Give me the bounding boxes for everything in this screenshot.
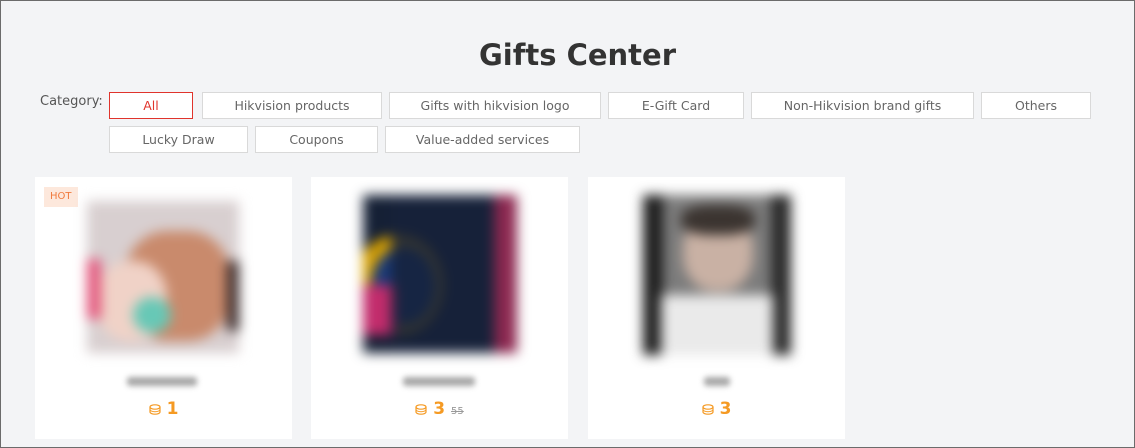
- product-name: [127, 377, 197, 386]
- category-chip-coupons[interactable]: Coupons: [255, 126, 378, 153]
- category-chip-all[interactable]: All: [109, 92, 193, 119]
- category-chip-others[interactable]: Others: [981, 92, 1091, 119]
- points-value: 1: [166, 399, 179, 419]
- points-value: 3: [719, 399, 732, 419]
- product-image[interactable]: [363, 195, 517, 353]
- coin-icon: [701, 404, 714, 415]
- category-chip-egift-card[interactable]: E-Gift Card: [608, 92, 744, 119]
- points-value: 3: [433, 399, 446, 419]
- product-price: 1: [35, 399, 292, 419]
- product-price: 3: [588, 399, 845, 419]
- category-label: Category:: [40, 94, 103, 109]
- category-chip-lucky-draw[interactable]: Lucky Draw: [109, 126, 248, 153]
- coin-icon: [415, 404, 427, 415]
- original-points-value: 55: [451, 406, 464, 417]
- product-card[interactable]: HOT 1: [35, 177, 292, 439]
- product-card[interactable]: 3 55: [311, 177, 568, 439]
- product-price: 3 55: [311, 399, 568, 419]
- product-name: [704, 377, 730, 386]
- category-chip-value-added-services[interactable]: Value-added services: [385, 126, 580, 153]
- product-image[interactable]: [643, 195, 791, 355]
- category-chip-non-hikvision-gifts[interactable]: Non-Hikvision brand gifts: [751, 92, 974, 119]
- product-image[interactable]: [87, 201, 239, 353]
- product-card[interactable]: 3: [588, 177, 845, 439]
- category-chip-gifts-with-logo[interactable]: Gifts with hikvision logo: [389, 92, 601, 119]
- hot-badge: HOT: [44, 187, 78, 207]
- coin-icon: [148, 404, 161, 415]
- product-name: [403, 377, 475, 386]
- page-title: Gifts Center: [478, 38, 676, 72]
- category-chip-hikvision-products[interactable]: Hikvision products: [202, 92, 382, 119]
